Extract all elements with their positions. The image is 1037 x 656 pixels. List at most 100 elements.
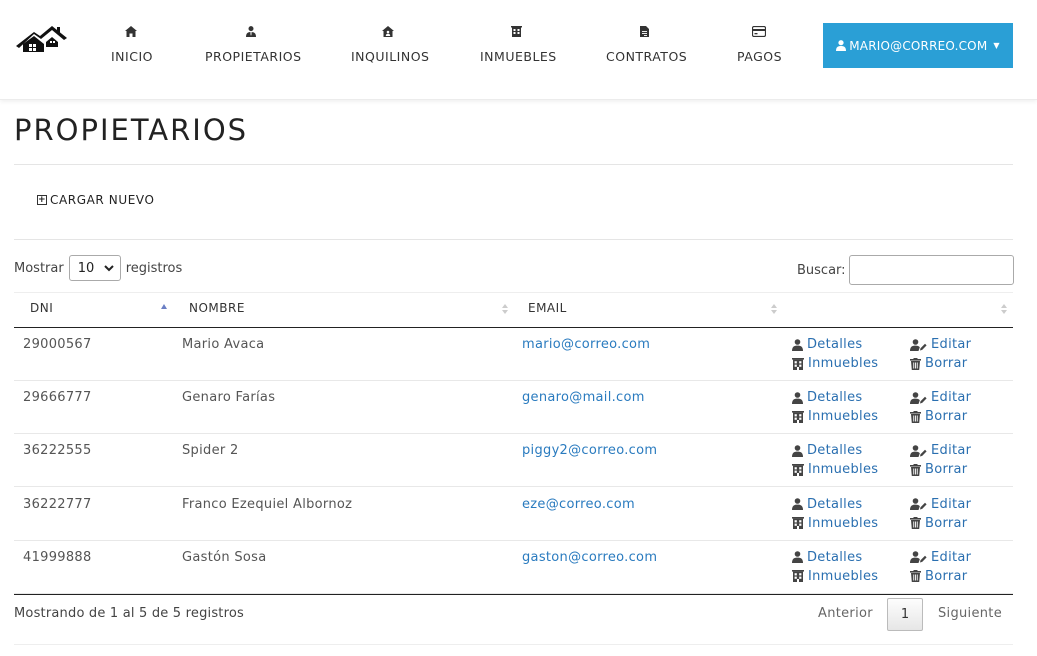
building-icon: [792, 517, 804, 530]
show-prefix-label: Mostrar: [14, 260, 64, 276]
cargar-nuevo-button[interactable]: + CARGAR NUEVO: [37, 193, 155, 207]
table-info: Mostrando de 1 al 5 de 5 registros: [14, 606, 244, 621]
column-header-dni[interactable]: DNI: [30, 301, 53, 315]
user-icon: [792, 338, 803, 351]
user-edit-icon: [910, 498, 927, 511]
user-menu-button[interactable]: MARIO@CORREO.COM ▼: [823, 23, 1013, 68]
pagination-previous[interactable]: Anterior: [818, 606, 873, 621]
details-link[interactable]: Detalles: [792, 337, 862, 352]
details-label: Detalles: [807, 337, 863, 352]
file-contract-icon: [606, 26, 682, 40]
pagination-next[interactable]: Siguiente: [938, 606, 1002, 621]
page-length-control: Mostrar 10 registros: [14, 255, 182, 281]
inmuebles-label: Inmuebles: [808, 462, 879, 478]
table-row: 36222555 Spider 2 piggy2@correo.com Detalle…: [14, 434, 1013, 488]
details-link[interactable]: Detalles: [792, 550, 862, 565]
building-icon: [792, 463, 804, 476]
edit-link[interactable]: Editar: [910, 390, 971, 405]
divider: [14, 239, 1013, 240]
cell-email-link[interactable]: gaston@correo.com: [522, 550, 657, 565]
inmuebles-link[interactable]: Inmuebles: [792, 569, 878, 584]
building-icon: [480, 26, 552, 40]
user-email-label: MARIO@CORREO.COM: [849, 38, 988, 53]
credit-card-icon: [737, 26, 780, 40]
search-input[interactable]: [848, 255, 1014, 285]
delete-link[interactable]: Borrar: [910, 516, 967, 531]
nav-label: PAGOS: [737, 49, 783, 64]
column-header-email[interactable]: EMAIL: [528, 301, 567, 315]
sort-both-icon[interactable]: [770, 302, 778, 316]
user-edit-icon: [910, 338, 927, 351]
house-user-icon: [351, 26, 425, 40]
building-icon: [792, 357, 804, 370]
cell-email-link[interactable]: mario@correo.com: [522, 337, 650, 352]
details-link[interactable]: Detalles: [792, 497, 862, 512]
sort-asc-icon[interactable]: [160, 302, 168, 316]
nav-inicio[interactable]: INICIO: [111, 26, 153, 64]
nav-contratos[interactable]: CONTRATOS: [606, 26, 687, 64]
caret-down-icon: ▼: [993, 41, 1000, 50]
chevron-down-icon: [103, 264, 114, 271]
cell-nombre: Genaro Farías: [182, 390, 276, 406]
user-icon: [792, 445, 803, 457]
page-size-select[interactable]: 10: [68, 255, 121, 281]
sort-both-icon[interactable]: [501, 302, 509, 316]
divider: [14, 164, 1013, 165]
delete-label: Borrar: [925, 568, 968, 584]
delete-link[interactable]: Borrar: [910, 356, 967, 371]
delete-link[interactable]: Borrar: [910, 569, 967, 584]
building-icon: [792, 570, 804, 583]
cell-dni: 36222777: [23, 496, 92, 512]
nav-label: INICIO: [111, 49, 153, 64]
trash-icon: [910, 357, 921, 370]
cell-nombre: Mario Avaca: [182, 337, 265, 352]
nav-label: INQUILINOS: [351, 49, 430, 64]
delete-label: Borrar: [925, 462, 968, 478]
cell-nombre: Gastón Sosa: [182, 549, 267, 565]
inmuebles-link[interactable]: Inmuebles: [792, 516, 878, 531]
home-icon: [111, 26, 151, 40]
cell-email-link[interactable]: piggy2@correo.com: [522, 443, 657, 458]
search-control: Buscar:: [797, 255, 1014, 285]
inmuebles-link[interactable]: Inmuebles: [792, 356, 878, 371]
column-header-nombre[interactable]: NOMBRE: [189, 301, 245, 315]
delete-link[interactable]: Borrar: [910, 462, 967, 477]
edit-link[interactable]: Editar: [910, 443, 971, 458]
nav-propietarios[interactable]: PROPIETARIOS: [205, 26, 301, 64]
details-link[interactable]: Detalles: [792, 443, 862, 458]
cargar-nuevo-label: CARGAR NUEVO: [50, 193, 155, 207]
cell-email-link[interactable]: genaro@mail.com: [522, 390, 645, 405]
pagination-page-1[interactable]: 1: [887, 598, 923, 631]
user-tie-icon: [205, 26, 297, 40]
table-row: 41999888 Gastón Sosa gaston@correo.com Deta…: [14, 541, 1013, 594]
edit-label: Editar: [931, 337, 972, 352]
cell-email-link[interactable]: eze@correo.com: [522, 497, 635, 512]
inmuebles-link[interactable]: Inmuebles: [792, 409, 878, 424]
user-edit-icon: [910, 391, 927, 404]
edit-link[interactable]: Editar: [910, 550, 971, 565]
edit-label: Editar: [931, 390, 972, 406]
edit-label: Editar: [931, 549, 972, 565]
delete-link[interactable]: Borrar: [910, 409, 967, 424]
user-edit-icon: [910, 551, 927, 564]
nav-label: PROPIETARIOS: [205, 49, 302, 64]
user-icon: [792, 551, 803, 564]
details-link[interactable]: Detalles: [792, 390, 862, 405]
inmuebles-label: Inmuebles: [808, 515, 879, 531]
table-top-border: [14, 292, 1013, 293]
nav-inmuebles[interactable]: INMUEBLES: [480, 26, 556, 64]
details-label: Detalles: [807, 549, 863, 565]
divider: [14, 644, 1013, 645]
nav-label: CONTRATOS: [606, 49, 688, 64]
inmuebles-link[interactable]: Inmuebles: [792, 462, 878, 477]
page-size-value: 10: [77, 260, 95, 276]
nav-inquilinos[interactable]: INQUILINOS: [351, 26, 429, 64]
edit-link[interactable]: Editar: [910, 497, 971, 512]
table-row: 29000567 Mario Avaca mario@correo.com Detal…: [14, 328, 1013, 381]
edit-link[interactable]: Editar: [910, 337, 971, 352]
nav-pagos[interactable]: PAGOS: [737, 26, 783, 64]
sort-both-icon[interactable]: [1000, 302, 1008, 316]
details-label: Detalles: [807, 443, 863, 459]
delete-label: Borrar: [925, 356, 968, 371]
house-logo-icon[interactable]: [14, 22, 68, 54]
